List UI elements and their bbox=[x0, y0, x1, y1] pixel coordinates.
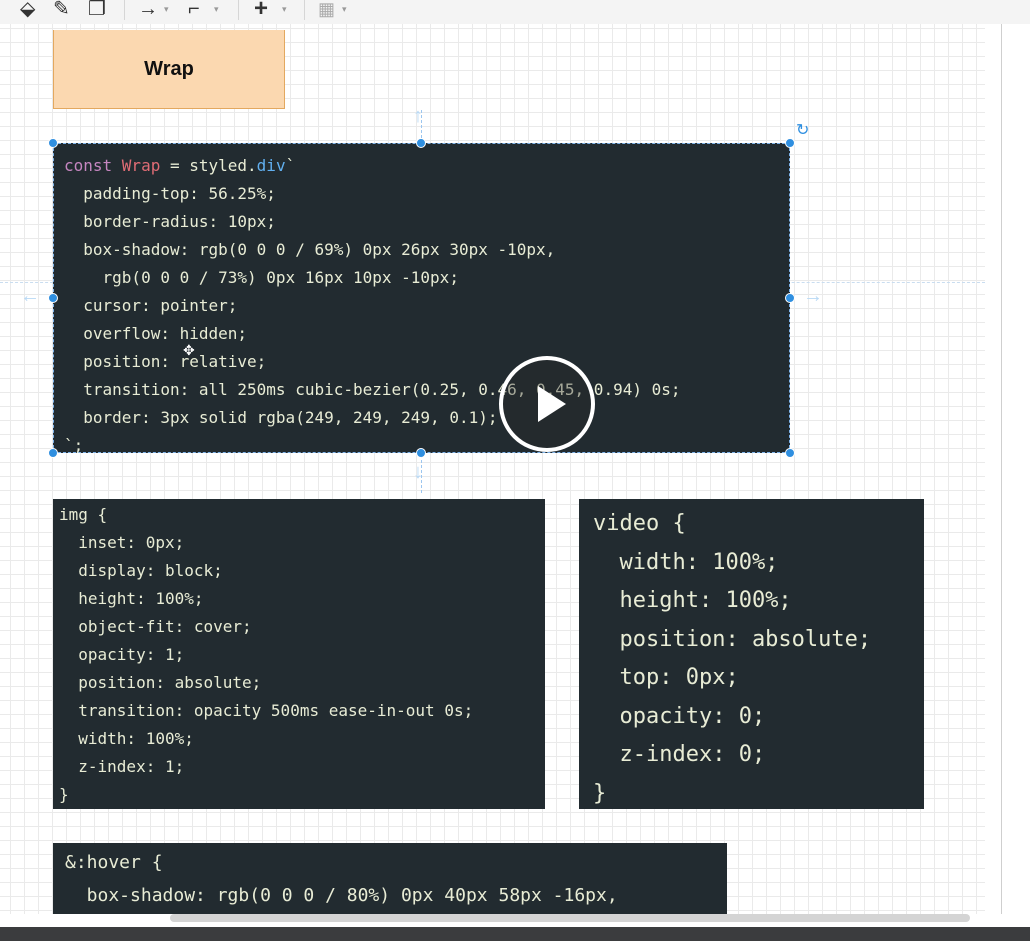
toolbar-divider bbox=[124, 0, 125, 20]
code-line: z-index: 0; bbox=[593, 742, 766, 767]
footer-bar bbox=[0, 927, 1030, 941]
code-token: box-shadow: rgb(0 0 0 / 69%) 0px 26px 30… bbox=[64, 240, 556, 259]
table-icon[interactable]: ▦ bbox=[318, 0, 335, 20]
code-line: box-shadow: rgb(0 0 0 / 69%) 0px 26px 30… bbox=[64, 236, 789, 264]
shadow-icon[interactable]: ❐ bbox=[88, 0, 106, 20]
code-line: width: 100%; bbox=[593, 549, 779, 575]
code-line: const Wrap = styled.div` bbox=[64, 152, 789, 180]
code-token: ` bbox=[285, 156, 296, 175]
video-code-block[interactable]: video { width: 100%; height: 100%; posit… bbox=[579, 499, 924, 809]
line-color-icon[interactable]: ✎ bbox=[53, 0, 70, 20]
code-line: padding-top: 56.25%; bbox=[64, 180, 789, 208]
code-token: border-radius: 10px; bbox=[64, 212, 276, 231]
right-panel-edge bbox=[985, 24, 1030, 914]
rotate-icon[interactable]: ↻ bbox=[796, 120, 809, 140]
code-line: position: absolute; bbox=[59, 673, 262, 692]
code-line: width: 100%; bbox=[59, 729, 194, 748]
resize-handle-bottom-right[interactable] bbox=[785, 448, 795, 458]
code-token: padding-top: 56.25%; bbox=[64, 184, 276, 203]
resize-handle-left[interactable] bbox=[48, 293, 58, 303]
code-token: styled. bbox=[189, 156, 257, 175]
arrow-down-icon[interactable]: ↓ bbox=[413, 462, 423, 482]
code-token: border: 3px solid rgba(249, 249, 249, 0.… bbox=[64, 408, 498, 427]
code-token: rgb(0 0 0 / 73%) 0px 16px 10px -10px; bbox=[64, 268, 459, 287]
toolbar: ⬙ ✎ ❐ → ▾ ⌐ ▾ + ▾ ▦ ▾ bbox=[0, 0, 1030, 25]
resize-handle-right[interactable] bbox=[785, 293, 795, 303]
insert-plus-icon[interactable]: + bbox=[254, 0, 268, 21]
code-line: opacity: 0; bbox=[593, 703, 766, 729]
fill-icon[interactable]: ⬙ bbox=[20, 0, 35, 20]
code-line: transition: all 250ms cubic-bezier(0.25,… bbox=[64, 376, 789, 404]
arrow-up-icon[interactable]: ↑ bbox=[413, 106, 423, 126]
waypoint-icon[interactable]: ⌐ bbox=[188, 0, 200, 20]
move-cursor-icon: ✥ bbox=[183, 342, 195, 358]
diagram-canvas[interactable]: Wrap const Wrap = styled.div` padding-to… bbox=[0, 24, 985, 914]
code-line: img { bbox=[59, 505, 108, 524]
code-line: } bbox=[59, 785, 69, 804]
code-token: `; bbox=[64, 436, 84, 455]
resize-handle-top-left[interactable] bbox=[48, 138, 58, 148]
code-line: opacity: 1; bbox=[59, 645, 185, 664]
code-line: height: 100%; bbox=[59, 589, 204, 608]
code-line: top: 0px; bbox=[593, 665, 739, 690]
code-token: const bbox=[64, 156, 122, 175]
code-line: } bbox=[593, 780, 607, 806]
toolbar-divider bbox=[304, 0, 305, 20]
code-line: transition: opacity 500ms ease-in-out 0s… bbox=[59, 701, 474, 720]
resize-handle-top-right[interactable] bbox=[785, 138, 795, 148]
code-line: position: absolute; bbox=[593, 626, 872, 652]
code-line: inset: 0px; bbox=[59, 533, 185, 552]
chevron-down-icon[interactable]: ▾ bbox=[214, 4, 219, 15]
code-line: video { bbox=[593, 511, 686, 536]
arrow-left-icon[interactable]: ← bbox=[20, 286, 40, 306]
panel-divider bbox=[1001, 24, 1002, 914]
code-line: position: relative; bbox=[64, 348, 789, 376]
code-line: cursor: pointer; bbox=[64, 292, 789, 320]
img-code-block[interactable]: img { inset: 0px; display: block; height… bbox=[53, 499, 545, 809]
horizontal-scrollbar[interactable] bbox=[170, 914, 970, 922]
code-line: &:hover { bbox=[65, 852, 163, 873]
arrow-right-icon[interactable]: → bbox=[803, 286, 823, 306]
styled-code-block[interactable]: const Wrap = styled.div` padding-top: 56… bbox=[53, 143, 790, 455]
code-line: border-radius: 10px; bbox=[64, 208, 789, 236]
code-token: div bbox=[256, 156, 286, 175]
code-line: rgb(0 0 0 / 73%) 0px 16px 10px -10px; bbox=[64, 264, 789, 292]
code-token: overflow: hidden; bbox=[64, 324, 248, 343]
code-token: Wrap bbox=[121, 156, 161, 175]
chevron-down-icon[interactable]: ▾ bbox=[342, 4, 347, 15]
code-token: cursor: pointer; bbox=[64, 296, 238, 315]
resize-handle-bottom-left[interactable] bbox=[48, 448, 58, 458]
code-token: = bbox=[160, 156, 190, 175]
connector-icon[interactable]: → bbox=[138, 0, 158, 20]
hover-code-block[interactable]: &:hover { box-shadow: rgb(0 0 0 / 80%) 0… bbox=[53, 843, 727, 914]
play-icon bbox=[538, 386, 566, 422]
toolbar-divider bbox=[238, 0, 239, 20]
code-line: border: 3px solid rgba(249, 249, 249, 0.… bbox=[64, 404, 789, 432]
wrap-shape[interactable]: Wrap bbox=[53, 30, 285, 109]
code-line: object-fit: cover; bbox=[59, 617, 252, 636]
chevron-down-icon[interactable]: ▾ bbox=[164, 4, 169, 15]
code-line: z-index: 1; bbox=[59, 757, 185, 776]
code-line: display: block; bbox=[59, 561, 223, 580]
code-line: height: 100%; bbox=[593, 588, 792, 613]
code-line: overflow: hidden; bbox=[64, 320, 789, 348]
play-button[interactable] bbox=[499, 356, 595, 452]
code-token: position: relative; bbox=[64, 352, 267, 371]
resize-handle-top[interactable] bbox=[416, 138, 426, 148]
chevron-down-icon[interactable]: ▾ bbox=[282, 4, 287, 15]
wrap-label: Wrap bbox=[144, 57, 194, 80]
code-line: box-shadow: rgb(0 0 0 / 80%) 0px 40px 58… bbox=[65, 885, 618, 906]
code-line: `; bbox=[64, 432, 789, 460]
resize-handle-bottom[interactable] bbox=[416, 448, 426, 458]
